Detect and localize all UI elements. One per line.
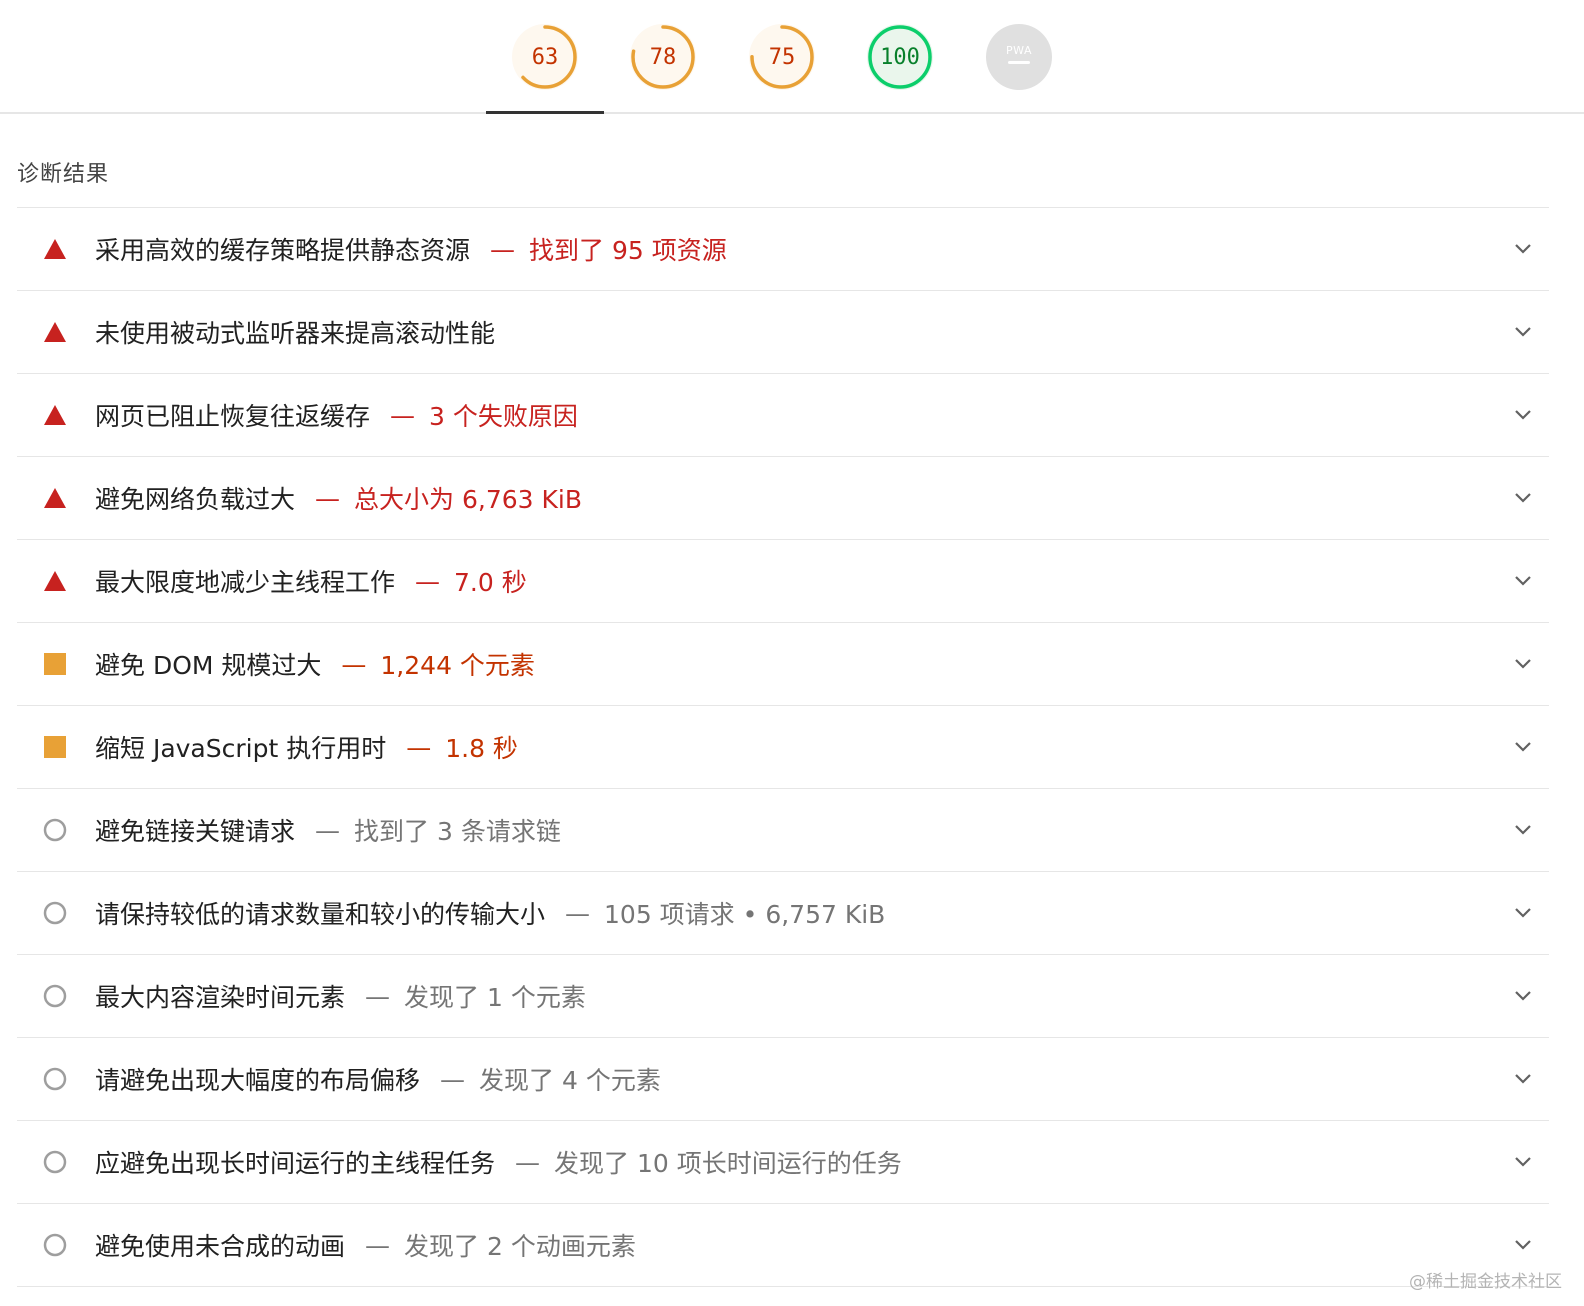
audit-display-value: 105 项请求 • 6,757 KiB (604, 900, 886, 929)
audit-title: 网页已阻止恢复往返缓存 (95, 402, 371, 431)
score-gauge-100[interactable]: 100 (867, 24, 933, 90)
audit-display-value: 发现了 1 个元素 (404, 983, 586, 1012)
chevron-down-icon[interactable] (1513, 1070, 1533, 1088)
audit-display-value: 发现了 4 个元素 (479, 1066, 661, 1095)
chevron-down-icon[interactable] (1513, 904, 1533, 922)
chevron-down-icon[interactable] (1513, 738, 1533, 756)
audit-title: 避免使用未合成的动画 (95, 1232, 346, 1261)
audit-separator: — (515, 1147, 541, 1177)
audit-separator: — (406, 732, 432, 762)
audit-display-value: 1,244 个元素 (380, 651, 535, 680)
score-gauge-78[interactable]: 78 (630, 24, 696, 90)
gray-circle-icon (42, 900, 68, 926)
audit-row[interactable]: 避免链接关键请求 — 找到了 3 条请求链 (17, 789, 1549, 872)
audit-display-value: 总大小为 6,763 KiB (354, 485, 582, 514)
audit-separator: — (415, 566, 441, 596)
audit-separator: — (365, 981, 391, 1011)
diagnostics-list: 采用高效的缓存策略提供静态资源 — 找到了 95 项资源未使用被动式监听器来提高滚动… (17, 207, 1549, 1287)
audit-separator: — (365, 1230, 391, 1260)
watermark-text: @稀土掘金技术社区 (1409, 1272, 1562, 1292)
audit-title: 避免 DOM 规模过大 (95, 651, 322, 680)
red-triangle-icon (42, 485, 68, 511)
gray-circle-icon (42, 1066, 68, 1092)
audit-title: 缩短 JavaScript 执行用时 (95, 734, 387, 763)
chevron-down-icon[interactable] (1513, 406, 1533, 424)
gray-circle-icon (42, 983, 68, 1009)
chevron-down-icon[interactable] (1513, 489, 1533, 507)
audit-row[interactable]: 网页已阻止恢复往返缓存 — 3 个失败原因 (17, 374, 1549, 457)
audit-separator: — (390, 400, 416, 430)
score-gauge-63[interactable]: 63 (512, 24, 578, 90)
audit-title: 避免网络负载过大 (95, 485, 296, 514)
audit-row[interactable]: 应避免出现长时间运行的主线程任务 — 发现了 10 项长时间运行的任务 (17, 1121, 1549, 1204)
audit-display-value: 7.0 秒 (454, 568, 527, 597)
score-gauge-75[interactable]: 75 (749, 24, 815, 90)
audit-separator: — (315, 815, 341, 845)
audit-separator: — (341, 649, 367, 679)
chevron-down-icon[interactable] (1513, 240, 1533, 258)
chevron-down-icon[interactable] (1513, 323, 1533, 341)
orange-square-icon (42, 734, 68, 760)
active-tab-indicator (486, 111, 604, 114)
score-value: 63 (531, 44, 559, 70)
audit-row[interactable]: 缩短 JavaScript 执行用时 — 1.8 秒 (17, 706, 1549, 789)
pwa-label: PWA (1006, 43, 1032, 57)
audit-display-value: 3 个失败原因 (429, 402, 578, 431)
pwa-dash-icon (1008, 60, 1030, 64)
score-value: 78 (649, 44, 677, 70)
section-title-diagnostics: 诊断结果 (17, 162, 110, 187)
audit-row[interactable]: 最大内容渲染时间元素 — 发现了 1 个元素 (17, 955, 1549, 1038)
gray-circle-icon (42, 1232, 68, 1258)
audit-display-value: 1.8 秒 (445, 734, 518, 763)
audit-display-value: 找到了 3 条请求链 (354, 817, 561, 846)
audit-row[interactable]: 未使用被动式监听器来提高滚动性能 (17, 291, 1549, 374)
audit-separator: — (440, 1064, 466, 1094)
gray-circle-icon (42, 817, 68, 843)
audit-row[interactable]: 避免网络负载过大 — 总大小为 6,763 KiB (17, 457, 1549, 540)
audit-separator: — (315, 483, 341, 513)
score-gauge-pwa[interactable]: PWA (986, 24, 1052, 90)
score-gauges-bar: 63 78 75 100 PWA (0, 0, 1584, 114)
audit-separator: — (490, 234, 516, 264)
chevron-down-icon[interactable] (1513, 987, 1533, 1005)
chevron-down-icon[interactable] (1513, 1153, 1533, 1171)
audit-title: 未使用被动式监听器来提高滚动性能 (95, 319, 496, 348)
audit-title: 避免链接关键请求 (95, 817, 296, 846)
audit-row[interactable]: 请避免出现大幅度的布局偏移 — 发现了 4 个元素 (17, 1038, 1549, 1121)
audit-title: 应避免出现长时间运行的主线程任务 (95, 1149, 496, 1178)
audit-title: 最大限度地减少主线程工作 (95, 568, 396, 597)
chevron-down-icon[interactable] (1513, 572, 1533, 590)
audit-title: 请保持较低的请求数量和较小的传输大小 (95, 900, 546, 929)
audit-separator: — (565, 898, 591, 928)
audit-display-value: 发现了 10 项长时间运行的任务 (554, 1149, 902, 1178)
audit-row[interactable]: 请保持较低的请求数量和较小的传输大小 — 105 项请求 • 6,757 KiB (17, 872, 1549, 955)
orange-square-icon (42, 651, 68, 677)
red-triangle-icon (42, 236, 68, 262)
chevron-down-icon[interactable] (1513, 655, 1533, 673)
audit-title: 采用高效的缓存策略提供静态资源 (95, 236, 471, 265)
score-value: 100 (880, 44, 920, 70)
red-triangle-icon (42, 568, 68, 594)
red-triangle-icon (42, 319, 68, 345)
audit-title: 请避免出现大幅度的布局偏移 (95, 1066, 421, 1095)
chevron-down-icon[interactable] (1513, 821, 1533, 839)
score-value: 75 (768, 44, 796, 70)
audit-row[interactable]: 避免使用未合成的动画 — 发现了 2 个动画元素 (17, 1204, 1549, 1287)
audit-row[interactable]: 最大限度地减少主线程工作 — 7.0 秒 (17, 540, 1549, 623)
audit-row[interactable]: 避免 DOM 规模过大 — 1,244 个元素 (17, 623, 1549, 706)
audit-display-value: 找到了 95 项资源 (529, 236, 727, 265)
audit-row[interactable]: 采用高效的缓存策略提供静态资源 — 找到了 95 项资源 (17, 208, 1549, 291)
audit-display-value: 发现了 2 个动画元素 (404, 1232, 636, 1261)
audit-title: 最大内容渲染时间元素 (95, 983, 346, 1012)
chevron-down-icon[interactable] (1513, 1236, 1533, 1254)
gray-circle-icon (42, 1149, 68, 1175)
red-triangle-icon (42, 402, 68, 428)
